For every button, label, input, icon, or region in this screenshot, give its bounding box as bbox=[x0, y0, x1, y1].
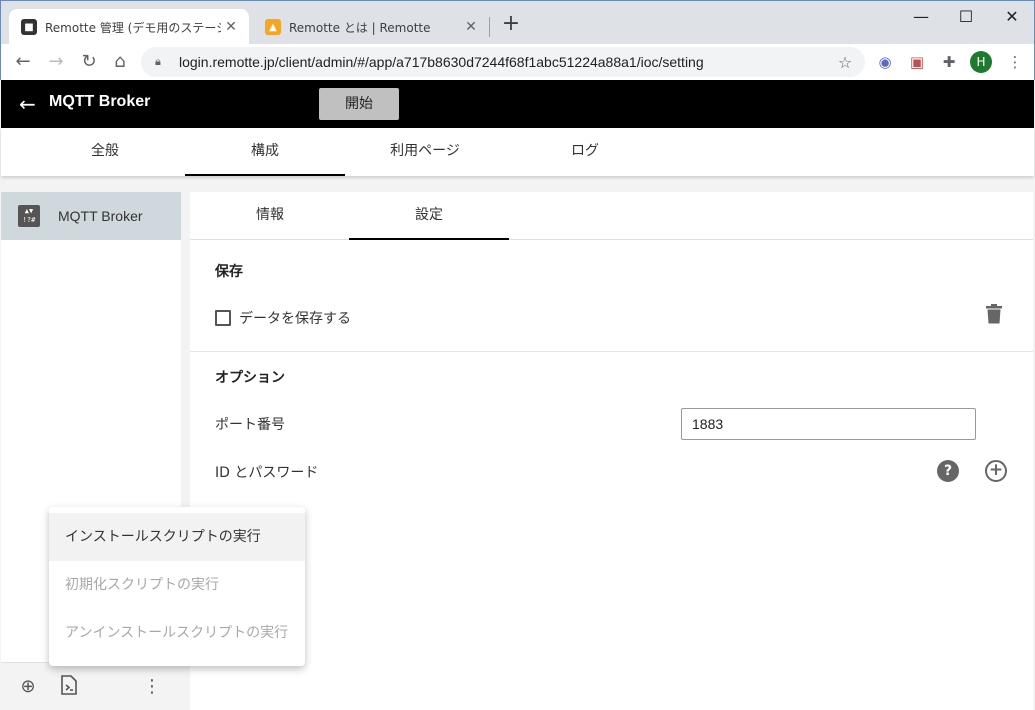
window-close-button[interactable]: ✕ bbox=[989, 5, 1035, 29]
port-input[interactable]: 1883 bbox=[681, 408, 976, 440]
trash-icon[interactable] bbox=[986, 304, 1006, 326]
options-section-title: オプション bbox=[215, 370, 285, 386]
save-data-label: データを保存する bbox=[239, 311, 351, 327]
maximize-button[interactable]: ☐ bbox=[943, 5, 989, 29]
section-divider bbox=[190, 351, 1033, 352]
tab-log[interactable]: ログ bbox=[505, 128, 665, 176]
profile-avatar[interactable]: H bbox=[970, 51, 992, 73]
back-arrow-icon[interactable]: ← bbox=[19, 92, 36, 116]
add-circle-icon[interactable]: + bbox=[985, 460, 1007, 482]
new-tab-button[interactable]: + bbox=[499, 13, 523, 37]
tab-config[interactable]: 構成 bbox=[185, 128, 345, 176]
page-title: MQTT Broker bbox=[49, 93, 151, 110]
help-icon[interactable]: ? bbox=[937, 460, 959, 482]
tab-settings[interactable]: 設定 bbox=[349, 192, 509, 240]
browser-tab-title: Remotte 管理 (デモ用のステーション) bbox=[45, 20, 221, 35]
browser-menu-icon[interactable]: ⋮ bbox=[1004, 51, 1026, 73]
add-circle-icon[interactable]: ⊕ bbox=[16, 675, 40, 699]
node-icon: ▲▼ !?# bbox=[18, 205, 40, 227]
tab-usage-page[interactable]: 利用ページ bbox=[345, 128, 505, 176]
sidebar-footer: ⊕ ⋮ bbox=[1, 662, 181, 710]
back-arrow-icon[interactable]: ← bbox=[11, 50, 35, 74]
tab-info[interactable]: 情報 bbox=[190, 192, 350, 240]
save-data-checkbox-row[interactable]: データを保存する bbox=[215, 308, 351, 328]
close-icon[interactable]: ✕ bbox=[221, 19, 241, 35]
sidebar-item-label: MQTT Broker bbox=[58, 208, 143, 224]
auth-label: ID とパスワード bbox=[215, 465, 319, 481]
extensions-puzzle-icon[interactable]: ✚ bbox=[938, 51, 960, 73]
forward-arrow-icon[interactable]: → bbox=[44, 50, 68, 74]
reload-icon[interactable]: ↻ bbox=[77, 50, 101, 74]
remotte-admin-icon: ■ bbox=[21, 19, 37, 35]
browser-tab-title: Remotte とは | Remotte bbox=[289, 20, 431, 35]
lock-icon: 🔒︎ bbox=[155, 55, 161, 68]
save-data-checkbox[interactable] bbox=[215, 310, 231, 326]
menu-item-run-install-script[interactable]: インストールスクリプトの実行 bbox=[49, 513, 305, 561]
sidebar-item-mqtt-broker[interactable]: ▲▼ !?# MQTT Broker bbox=[1, 192, 181, 240]
menu-item-run-uninstall-script[interactable]: アンインストールスクリプトの実行 bbox=[49, 609, 305, 657]
script-menu: インストールスクリプトの実行 初期化スクリプトの実行 アンインストールスクリプト… bbox=[49, 507, 305, 666]
close-icon[interactable]: ✕ bbox=[461, 19, 481, 35]
sub-tabs: 情報 設定 bbox=[190, 192, 1033, 240]
browser-tabstrip: ■ Remotte 管理 (デモ用のステーション) ✕ ▲ Remotte とは… bbox=[0, 0, 1035, 45]
browser-toolbar: ← → ↻ ⌂ 🔒︎ login.remotte.jp/client/admin… bbox=[0, 44, 1035, 80]
tab-general[interactable]: 全般 bbox=[25, 128, 185, 176]
remotte-icon: ▲ bbox=[265, 19, 281, 35]
menu-item-run-init-script[interactable]: 初期化スクリプトの実行 bbox=[49, 561, 305, 609]
settings-panel: 情報 設定 保存 データを保存する オプション ポート番号 1883 ID とパ… bbox=[190, 192, 1033, 710]
minimize-button[interactable]: — bbox=[898, 5, 944, 29]
more-vert-icon[interactable]: ⋮ bbox=[140, 675, 164, 699]
tab-separator bbox=[489, 17, 490, 37]
address-bar[interactable]: 🔒︎ login.remotte.jp/client/admin/#/app/a… bbox=[141, 47, 865, 77]
port-label: ポート番号 bbox=[215, 417, 285, 433]
url-text: login.remotte.jp/client/admin/#/app/a717… bbox=[179, 54, 704, 70]
browser-tab[interactable]: ▲ Remotte とは | Remotte ✕ bbox=[253, 9, 489, 45]
extension-check-icon[interactable]: ◉ bbox=[874, 51, 896, 73]
start-button[interactable]: 開始 bbox=[319, 88, 399, 120]
save-section-title: 保存 bbox=[215, 264, 243, 280]
bookmark-star-icon[interactable]: ☆ bbox=[833, 53, 857, 72]
script-icon[interactable] bbox=[57, 675, 81, 699]
main-tabs: 全般 構成 利用ページ ログ bbox=[1, 128, 1034, 176]
app-header: ← MQTT Broker 開始 bbox=[1, 80, 1034, 128]
cast-icon[interactable]: ▣ bbox=[906, 51, 928, 73]
home-icon[interactable]: ⌂ bbox=[108, 50, 132, 74]
browser-tab-active[interactable]: ■ Remotte 管理 (デモ用のステーション) ✕ bbox=[9, 9, 249, 45]
